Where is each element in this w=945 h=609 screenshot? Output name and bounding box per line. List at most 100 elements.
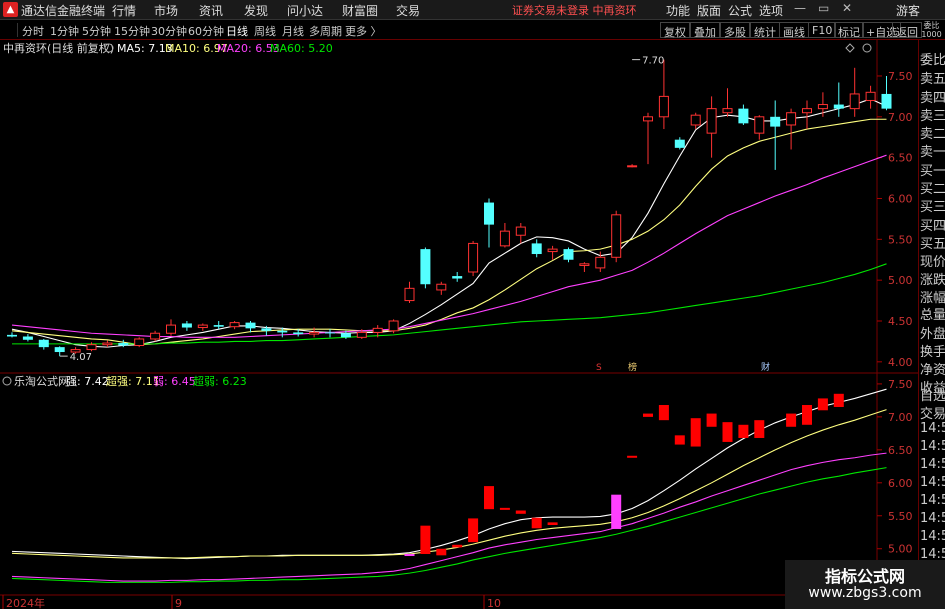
period-tab-8[interactable]: 月线 (282, 23, 304, 39)
candle-body (325, 332, 335, 334)
side-item-22[interactable]: 14:56 (920, 439, 945, 454)
period-tab-1[interactable]: 1分钟 (50, 23, 79, 39)
candle-body (865, 91, 876, 101)
period-tab-9[interactable]: 多周期 (309, 23, 342, 39)
period-tab-0[interactable]: 分时 (22, 23, 44, 39)
candle-body (340, 333, 351, 338)
period-tab-4[interactable]: 30分钟 (151, 23, 187, 39)
side-item-4[interactable]: 卖二 (920, 123, 945, 142)
side-item-25[interactable]: 14:56 (920, 493, 945, 508)
candle-body (436, 283, 447, 291)
menu-item-2[interactable]: 资讯 (199, 2, 223, 19)
toolbar-button-5[interactable]: F10 (808, 22, 837, 38)
signal-block (690, 418, 701, 447)
period-tab-7[interactable]: 周线 (254, 23, 276, 39)
s-marker[interactable]: S (596, 363, 602, 373)
right-menu-item-3[interactable]: 选项 (759, 2, 783, 19)
right-menu-item-0[interactable]: 功能 (666, 2, 690, 19)
toolbar-button-3[interactable]: 统计 (750, 22, 780, 39)
candle-body (674, 139, 685, 148)
right-menu-item-2[interactable]: 公式 (728, 2, 752, 19)
maximize-icon[interactable]: ▭ (818, 1, 829, 15)
side-item-21[interactable]: 14:56 (920, 421, 945, 436)
side-item-1[interactable]: 卖五 (920, 68, 945, 87)
main-y-label-0: 4.00 (888, 356, 913, 369)
cai-marker[interactable]: 财 (761, 361, 770, 373)
side-item-11[interactable]: 现价 (920, 251, 945, 270)
signal-block (499, 507, 510, 510)
candle-body (261, 328, 272, 331)
signal-block (468, 518, 479, 543)
menu-item-3[interactable]: 发现 (244, 2, 268, 19)
x-label-2: 10 (487, 597, 501, 609)
sub-y-label-3: 6.00 (888, 477, 913, 490)
period-tab-5[interactable]: 60分钟 (188, 23, 224, 39)
candle-body (611, 214, 622, 258)
candle-body (738, 108, 749, 124)
menu-item-4[interactable]: 问小达 (287, 2, 323, 19)
side-item-17[interactable]: 净资 (920, 359, 945, 378)
side-item-19[interactable]: 自选 (920, 385, 945, 404)
login-status-text: 证券交易未登录 中再资环 (512, 4, 637, 17)
period-tab-3[interactable]: 15分钟 (114, 23, 150, 39)
side-item-16[interactable]: 换手 (920, 341, 945, 360)
side-item-14[interactable]: 总量 (920, 304, 945, 323)
candle-body (197, 324, 208, 329)
candle-body (181, 323, 192, 328)
menu-item-0[interactable]: 行情 (112, 2, 136, 19)
candle-body (643, 116, 653, 122)
side-top-label-1: 委比 (923, 21, 940, 30)
side-item-7[interactable]: 买二 (920, 178, 945, 197)
toolbar-button-4[interactable]: 画线 (779, 22, 809, 39)
candle-body (595, 256, 606, 269)
side-top-label: 委比 1000 (918, 21, 945, 40)
side-item-24[interactable]: 14:56 (920, 475, 945, 490)
menu-item-1[interactable]: 市场 (154, 2, 178, 19)
candle-body (547, 248, 558, 253)
side-item-0[interactable]: 委比 (920, 49, 945, 68)
close-icon[interactable]: ✕ (842, 1, 852, 15)
sub-legend-super-weak: 超弱: 6.23 (193, 374, 247, 388)
side-item-3[interactable]: 卖三 (920, 105, 945, 124)
candle-body (786, 112, 797, 126)
menu-item-6[interactable]: 交易 (396, 2, 420, 19)
right-menu-item-1[interactable]: 版面 (697, 2, 721, 19)
toolbar-button-6[interactable]: 标记 (834, 22, 864, 39)
main-y-label-4: 6.00 (888, 192, 913, 205)
candle-body (22, 336, 33, 340)
side-item-26[interactable]: 14:56 (920, 511, 945, 526)
side-item-9[interactable]: 买四 (920, 215, 945, 234)
side-item-27[interactable]: 14:56 (920, 529, 945, 544)
sub-legend-name: 乐淘公式网 (14, 375, 69, 388)
side-item-12[interactable]: 涨跌 (920, 269, 945, 288)
toolbar-button-1[interactable]: 叠加 (690, 22, 720, 39)
side-item-10[interactable]: 买五 (920, 233, 945, 252)
signal-block (754, 420, 765, 438)
side-item-5[interactable]: 卖一 (920, 141, 945, 160)
candle-body (102, 342, 113, 346)
side-item-15[interactable]: 外盘 (920, 323, 945, 342)
candle-body (531, 243, 542, 255)
chart-background (0, 40, 918, 609)
candle-body (658, 95, 669, 118)
side-item-2[interactable]: 卖四 (920, 87, 945, 106)
side-item-6[interactable]: 买一 (920, 160, 945, 179)
toolbar-button-2[interactable]: 多股 (720, 22, 750, 39)
menu-item-5[interactable]: 财富圈 (342, 2, 378, 19)
period-tab-6[interactable]: 日线 (226, 23, 248, 39)
minimize-icon[interactable]: — (794, 1, 806, 15)
period-tab-2[interactable]: 5分钟 (82, 23, 111, 39)
side-item-8[interactable]: 买三 (920, 196, 945, 215)
guest-label[interactable]: 游客 (896, 2, 920, 19)
period-tab-10[interactable]: 更多 〉 (345, 23, 382, 39)
bang-marker[interactable]: 榜 (628, 361, 637, 373)
side-top-label-2: 1000 (921, 30, 942, 39)
x-label-1: 9 (175, 597, 182, 609)
side-item-20[interactable]: 交易 (920, 403, 945, 422)
side-item-23[interactable]: 14:56 (920, 457, 945, 472)
toolbar-button-0[interactable]: 复权 (660, 22, 690, 39)
app-title: 通达信金融终端 (21, 4, 106, 18)
signal-block (531, 517, 542, 529)
kline-chart[interactable]: 4.004.505.005.506.006.507.007.504.505.00… (0, 40, 918, 609)
signal-block (658, 405, 669, 421)
